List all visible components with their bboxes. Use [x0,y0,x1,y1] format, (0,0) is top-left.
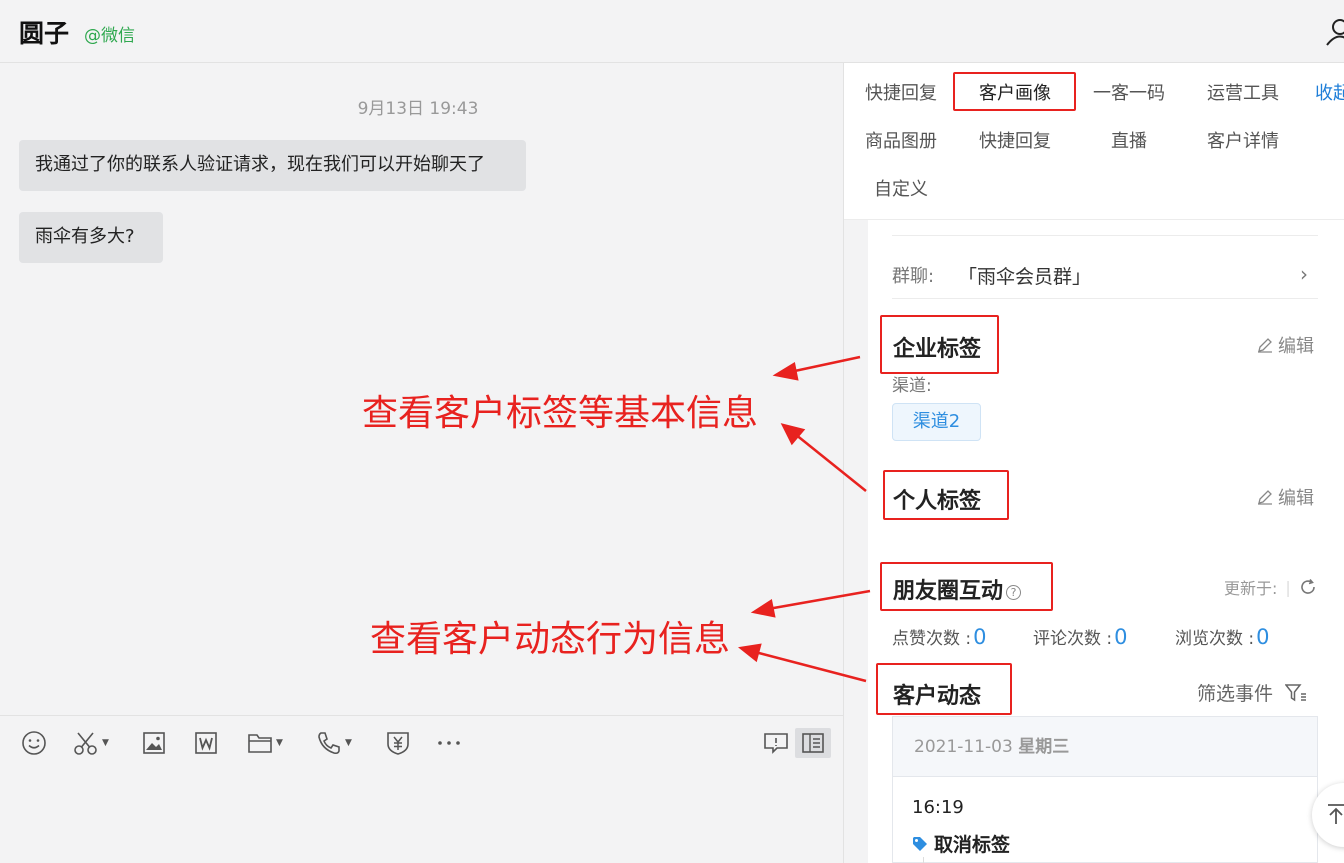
channel-label: 渠道: [892,376,932,396]
tab-custom[interactable]: 自定义 [844,176,958,204]
more-icon [438,741,460,745]
message-bubble[interactable]: 我通过了你的联系人验证请求，现在我们可以开始聊天了 [19,140,526,191]
stat-value: 0 [973,625,987,649]
sidebar-toggle-button[interactable] [795,728,831,758]
chevron-down-icon: ▼ [345,738,352,748]
annotation-dynamic-info: 查看客户动态行为信息 [370,619,731,660]
message-input[interactable] [0,771,843,863]
tab-quick-reply-2[interactable]: 快捷回复 [958,128,1072,156]
pencil-icon [1258,338,1272,353]
group-chat-label: 群聊: [892,266,935,287]
call-button[interactable]: ▼ [316,728,352,758]
sidebar-tabs: 快捷回复 客户画像 一客一码 运营工具 收起 商品图册 快捷回复 直播 客户详情… [844,63,1344,220]
highlight-box [883,470,1009,520]
filter-label: 筛选事件 [1197,683,1274,705]
comment-icon [764,733,788,754]
tag-icon [913,836,927,851]
likes-stat: 点赞次数 :0 [892,624,987,649]
refresh-icon[interactable] [1299,578,1317,596]
filter-icon [1285,683,1307,701]
comments-stat: 评论次数 :0 [1033,624,1128,649]
stat-label: 评论次数 : [1033,629,1113,649]
edit-label: 编辑 [1278,336,1314,357]
tab-quick-reply[interactable]: 快捷回复 [844,80,958,108]
contact-name: 圆子 [19,19,70,48]
stat-label: 浏览次数 : [1175,629,1255,649]
activity-timeline: 2021-11-03 星期三 16:19 取消标签 [892,716,1318,863]
section-divider [892,235,1318,236]
tab-live[interactable]: 直播 [1072,128,1186,156]
chat-header: 圆子 @微信 [0,0,1344,63]
message-bubble[interactable]: 雨伞有多大? [19,212,163,263]
contact-source: @微信 [84,26,135,46]
timeline-line [923,857,924,863]
updated-label: 更新于: [1224,579,1278,598]
phone-icon [318,732,340,755]
chevron-right-icon[interactable]: › [1300,262,1308,286]
stat-value: 0 [1256,625,1270,649]
comment-button[interactable] [763,728,789,758]
highlight-box [953,72,1076,111]
timeline-event-text: 取消标签 [934,834,1011,856]
tab-one-code[interactable]: 一客一码 [1072,80,1186,108]
stat-value: 0 [1114,625,1128,649]
timeline-time: 16:19 [912,797,964,818]
emoji-button[interactable] [21,728,47,758]
filter-events-button[interactable]: 筛选事件 [1197,679,1307,706]
pencil-icon [1258,490,1272,505]
back-to-top-icon [1328,804,1344,824]
highlight-box [876,663,1012,715]
scissors-icon [74,732,97,755]
payment-button[interactable] [386,728,410,758]
tab-customer-detail[interactable]: 客户详情 [1186,128,1300,156]
edit-label: 编辑 [1278,488,1314,509]
edit-personal-tags-button[interactable]: 编辑 [1257,484,1314,510]
message-timestamp: 9月13日 19:43 [357,99,479,119]
file-button[interactable]: ▼ [247,728,283,758]
highlight-box [880,562,1053,611]
word-icon [195,732,217,754]
chevron-down-icon: ▼ [102,738,109,748]
message-toolbar: ▼ ▼ ▼ [0,715,843,771]
image-icon [143,732,165,754]
edit-corp-tags-button[interactable]: 编辑 [1257,332,1314,358]
channel-tag[interactable]: 渠道2 [892,403,981,441]
highlight-box [880,315,999,374]
group-chat-name[interactable]: 「雨伞会员群」 [958,262,1091,289]
image-button[interactable] [142,728,166,758]
chevron-down-icon: ▼ [276,738,283,748]
yuan-icon [387,732,409,755]
screenshot-button[interactable]: ▼ [73,728,109,758]
timeline-date: 2021-11-03 星期三 [893,717,1317,777]
section-divider [892,298,1318,299]
tab-ops-tools[interactable]: 运营工具 [1186,80,1300,108]
sidebar-icon [802,733,824,753]
stat-label: 点赞次数 : [892,629,972,649]
views-stat: 浏览次数 :0 [1175,624,1270,649]
user-icon[interactable] [1326,18,1344,46]
timeline-event: 取消标签 [912,830,1010,857]
folder-icon [248,734,272,753]
more-button[interactable] [436,728,462,758]
document-button[interactable] [194,728,218,758]
timeline-weekday: 星期三 [1018,737,1070,757]
separator: | [1285,577,1291,597]
updated-time: 更新于: | [1224,575,1317,599]
annotation-basic-info: 查看客户标签等基本信息 [362,393,759,434]
emoji-icon [22,731,46,755]
timeline-date-text: 2021-11-03 [914,737,1013,757]
collapse-link[interactable]: 收起 [1315,80,1344,108]
tab-product-album[interactable]: 商品图册 [844,128,958,156]
